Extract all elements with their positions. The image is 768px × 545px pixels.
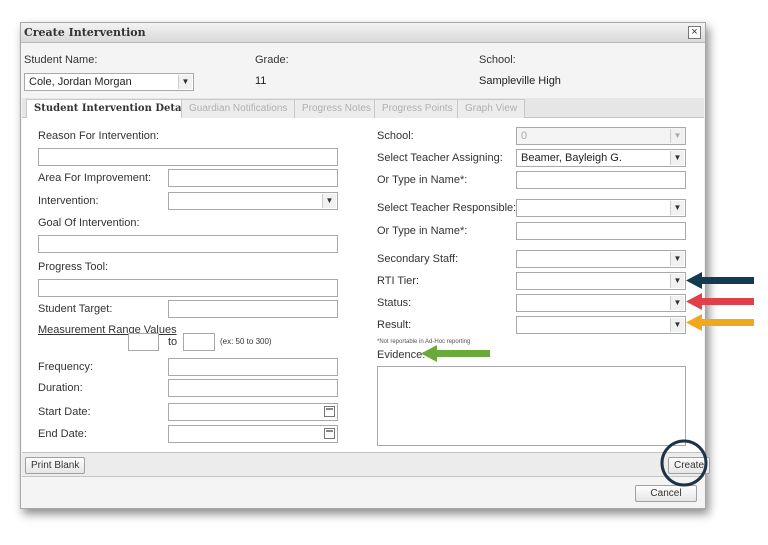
annotation-overlay [421, 272, 754, 487]
status-arrow [686, 293, 754, 310]
status-arrow-head [686, 293, 702, 310]
evidence-arrow-head [421, 345, 437, 362]
result-arrow [686, 314, 754, 331]
rti-arrow-head [686, 272, 702, 289]
evidence-arrow-shaft [436, 350, 490, 357]
rti-arrow-shaft [700, 277, 754, 284]
status-arrow-shaft [700, 298, 754, 305]
create-highlight-circle [660, 439, 708, 487]
evidence-arrow [421, 345, 490, 362]
result-arrow-head [686, 314, 702, 331]
rti-tier-arrow [686, 272, 754, 289]
result-arrow-shaft [700, 319, 754, 326]
